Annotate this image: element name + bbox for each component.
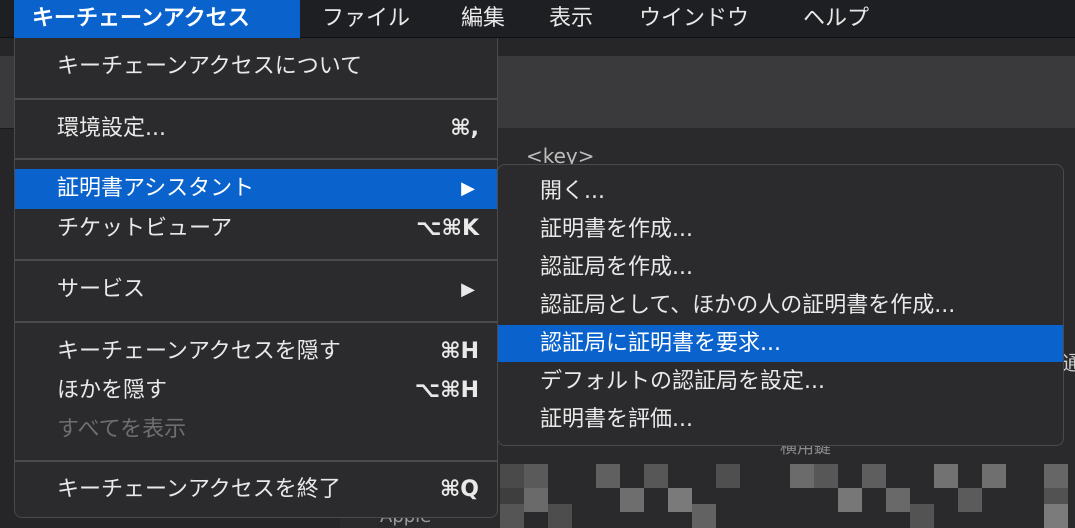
menubar-item-edit[interactable]: 編集 [461,0,505,38]
shortcut-label: ⌥⌘H [414,378,479,403]
keychain-access-menu: キーチェーンアクセスについて 環境設定... ⌘, 証明書アシスタント ▶ チケ… [14,38,498,518]
menu-item-certificate-assistant[interactable]: 証明書アシスタント ▶ [15,169,497,209]
menu-item-ticket-viewer[interactable]: チケットビューア ⌥⌘K [15,209,497,249]
menu-item-label: キーチェーンアクセスを終了 [57,477,341,502]
menu-item-label: すべてを表示 [57,417,187,442]
menu-item-hide-others[interactable]: ほかを隠す ⌥⌘H [15,371,497,411]
menu-item-label: キーチェーンアクセスを隠す [57,339,341,364]
menu-separator [15,321,497,323]
menu-item-about[interactable]: キーチェーンアクセスについて [15,47,497,87]
menu-item-hide-keychain-access[interactable]: キーチェーンアクセスを隠す ⌘H [15,332,497,372]
shortcut-label: ⌘, [450,116,479,141]
menu-item-show-all: すべてを表示 [15,410,497,450]
submenu-arrow-icon: ▶ [461,178,475,199]
certificate-assistant-submenu: 開く... 証明書を作成... 認証局を作成... 認証局として、ほかの人の証明… [497,164,1064,446]
menu-item-label: ほかを隠す [57,378,168,403]
menu-item-quit[interactable]: キーチェーンアクセスを終了 ⌘Q [15,470,497,510]
menu-separator [15,259,497,261]
menubar-item-keychain-access[interactable]: キーチェーンアクセス [14,0,300,38]
menu-bar: キーチェーンアクセス ファイル 編集 表示 ウインドウ ヘルプ [0,0,1075,38]
shortcut-label: ⌘Q [439,477,479,502]
menubar-item-file[interactable]: ファイル [322,0,410,38]
menu-item-label: 環境設定... [57,116,166,141]
shortcut-label: ⌘H [440,339,479,364]
menubar-item-view[interactable]: 表示 [549,0,593,38]
menu-item-label: チケットビューア [57,216,233,241]
menu-item-label: 証明書アシスタント [57,176,255,201]
submenu-item-request-certificate[interactable]: 認証局に証明書を要求... [498,325,1063,362]
menubar-item-window[interactable]: ウインドウ [639,0,749,38]
submenu-item-set-default-ca[interactable]: デフォルトの認証局を設定... [498,363,1063,400]
menu-separator [15,460,497,462]
submenu-item-create-cert-for-others[interactable]: 認証局として、ほかの人の証明書を作成... [498,287,1063,324]
menu-item-label: キーチェーンアクセスについて [57,54,363,79]
submenu-item-open[interactable]: 開く... [498,173,1063,210]
submenu-item-create-ca[interactable]: 認証局を作成... [498,249,1063,286]
submenu-item-create-certificate[interactable]: 証明書を作成... [498,211,1063,248]
menu-separator [15,158,497,160]
submenu-arrow-icon: ▶ [461,279,475,300]
menubar-item-help[interactable]: ヘルプ [803,0,869,38]
menu-item-label: サービス [57,277,146,302]
shortcut-label: ⌥⌘K [416,216,479,241]
menu-item-preferences[interactable]: 環境設定... ⌘, [15,109,497,149]
menu-item-services[interactable]: サービス ▶ [15,270,497,310]
menu-separator [15,98,497,100]
submenu-item-evaluate-certificate[interactable]: 証明書を評価... [498,401,1063,438]
